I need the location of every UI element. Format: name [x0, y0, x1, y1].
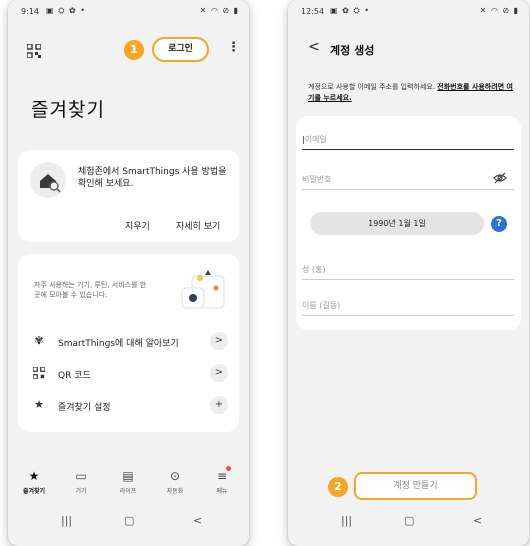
life-icon: ▤: [122, 469, 134, 483]
experience-tip-card: 체험존에서 SmartThings 사용 방법을 확인해 보세요. 지우기 자세…: [18, 150, 239, 242]
nav-label: 라이프: [119, 488, 137, 495]
status-bar: 9:14 ▣ ⛭ ✿ • ✕ ◠ ⊘ ▮: [8, 0, 249, 22]
star-icon: ★: [34, 398, 44, 411]
qr-code-icon: [32, 366, 46, 380]
status-left-icons: ▣ ⛭ ✿ •: [46, 6, 87, 15]
back-arrow-icon[interactable]: <: [308, 39, 320, 55]
favorites-menu-card: 자주 사용하는 기기, 루틴, 서비스를 한 곳에 모아볼 수 있습니다. ✾ …: [18, 254, 239, 432]
smartthings-icon: ✾: [34, 334, 44, 347]
page-title: 계정 생성: [330, 44, 375, 57]
system-navigation-bar: ||| ▢ <: [288, 512, 529, 534]
nav-label: 즐겨찾기: [22, 488, 46, 495]
nav-favorites[interactable]: ★ 즐겨찾기: [14, 468, 54, 495]
back-icon[interactable]: <: [473, 514, 482, 527]
nav-menu[interactable]: ≡ 메뉴: [202, 466, 242, 495]
status-right-icons: ✕ ◠ ⊘ ▮: [199, 6, 239, 15]
bottom-navigation: ★ 즐겨찾기 ▭ 기기 ▤ 라이프 ⊙ 자동화 ≡ 메뉴: [8, 466, 249, 504]
login-button[interactable]: 로그인: [152, 37, 209, 62]
nav-automation[interactable]: ⊙ 자동화: [155, 468, 195, 495]
nav-label: 메뉴: [216, 488, 228, 495]
hide-password-icon[interactable]: [493, 172, 507, 187]
status-right-icons: ✕ ◠ ⊘ ▮: [479, 6, 519, 15]
system-navigation-bar: ||| ▢ <: [8, 512, 249, 534]
plus-icon[interactable]: +: [210, 396, 228, 414]
status-time: 9:14: [21, 7, 39, 16]
last-name-placeholder: 성 (홍): [302, 265, 326, 274]
password-placeholder: 비밀번호: [302, 175, 332, 184]
first-name-placeholder: 이름 (길동): [302, 301, 341, 310]
nav-life[interactable]: ▤ 라이프: [108, 468, 148, 495]
home-icon[interactable]: ▢: [124, 514, 134, 527]
qr-code-icon[interactable]: [27, 44, 41, 58]
menu-item-label: 즐겨찾기 설정: [58, 403, 111, 413]
tip-text: 체험존에서 SmartThings 사용 방법을 확인해 보세요.: [78, 167, 227, 189]
password-field[interactable]: 비밀번호: [302, 170, 514, 190]
step-badge: 2: [328, 477, 348, 497]
favorites-illustration-icon: [181, 270, 225, 309]
birthdate-selector[interactable]: 1990년 1월 1일: [310, 212, 484, 235]
home-search-icon: [30, 162, 66, 198]
menu-item-label: SmartThings에 대해 알아보기: [58, 339, 179, 349]
recent-apps-icon[interactable]: |||: [341, 514, 352, 527]
email-field[interactable]: |이메일: [302, 130, 514, 150]
chevron-right-icon[interactable]: >: [210, 332, 228, 350]
learn-smartthings-item[interactable]: ✾ SmartThings에 대해 알아보기 >: [18, 331, 239, 353]
star-icon: ★: [28, 469, 40, 483]
nav-devices[interactable]: ▭ 기기: [61, 468, 101, 495]
qr-code-item[interactable]: QR 코드 >: [18, 363, 239, 385]
favorites-settings-item[interactable]: ★ 즐겨찾기 설정 +: [18, 395, 239, 417]
chevron-right-icon[interactable]: >: [210, 364, 228, 382]
home-icon[interactable]: ▢: [404, 514, 414, 527]
nav-label: 기기: [75, 488, 87, 495]
learn-more-button[interactable]: 자세히 보기: [176, 219, 220, 232]
step-badge: 1: [124, 40, 144, 60]
devices-icon: ▭: [75, 469, 87, 483]
more-options-icon[interactable]: ⋮: [227, 40, 240, 55]
favorites-description: 자주 사용하는 기기, 루틴, 서비스를 한 곳에 모아볼 수 있습니다.: [34, 281, 147, 299]
email-placeholder: 이메일: [304, 135, 327, 144]
nav-label: 자동화: [166, 488, 184, 495]
page-title: 즐겨찾기: [31, 99, 105, 121]
recent-apps-icon[interactable]: |||: [61, 514, 72, 527]
favorites-screen: 9:14 ▣ ⛭ ✿ • ✕ ◠ ⊘ ▮ 1 로그인 ⋮ 즐겨찾기 체험존에서 …: [8, 0, 249, 546]
instruction-label: 계정으로 사용할 이메일 주소를 입력하세요.: [308, 83, 436, 91]
dismiss-button[interactable]: 지우기: [125, 219, 150, 232]
status-left-icons: ▣ ✿ ⛭ •: [330, 6, 371, 15]
status-time: 12:54: [301, 7, 325, 16]
menu-item-label: QR 코드: [58, 371, 91, 381]
help-icon[interactable]: ?: [491, 216, 507, 232]
create-account-button[interactable]: 계정 만들기: [354, 472, 477, 500]
create-account-screen: 12:54 ▣ ✿ ⛭ • ✕ ◠ ⊘ ▮ < 계정 생성 계정으로 사용할 이…: [288, 0, 529, 546]
menu-icon: ≡: [216, 469, 228, 483]
back-icon[interactable]: <: [193, 514, 202, 527]
status-bar: 12:54 ▣ ✿ ⛭ • ✕ ◠ ⊘ ▮: [288, 0, 529, 22]
notification-dot: [226, 466, 231, 471]
first-name-field[interactable]: 이름 (길동): [302, 296, 514, 316]
last-name-field[interactable]: 성 (홍): [302, 260, 514, 280]
instruction-text: 계정으로 사용할 이메일 주소를 입력하세요. 전화번호를 사용하려면 여기를 …: [308, 82, 518, 104]
automation-icon: ⊙: [169, 469, 181, 483]
